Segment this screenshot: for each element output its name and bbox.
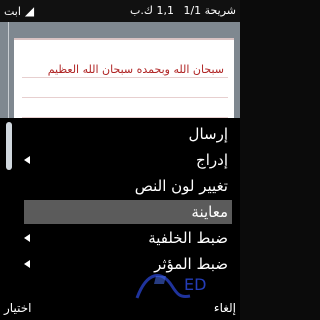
status-left: ابت ◢: [4, 4, 34, 18]
rule-line: [22, 78, 228, 98]
rule-line: [22, 98, 228, 118]
scrollbar-thumb[interactable]: [6, 122, 12, 170]
softkey-right[interactable]: إلغاء: [214, 301, 236, 315]
menu-item-preview[interactable]: معاينة: [24, 200, 232, 224]
watermark-text: ED: [184, 275, 206, 294]
softkey-left[interactable]: اختيار: [4, 301, 31, 315]
submenu-arrow-icon: [24, 260, 30, 268]
signal-icon: ◢: [24, 4, 35, 18]
slide-counter: شريحة 1/1: [183, 4, 236, 17]
submenu-arrow-icon: [24, 156, 30, 164]
submenu-arrow-icon: [24, 234, 30, 242]
watermark-logo: ED: [132, 266, 214, 306]
menu-item-label: ضبط الخلفية: [148, 229, 228, 247]
status-right: شريحة 1/1 1,1 ك.ب: [124, 4, 236, 18]
menu-item-label: إدراج: [196, 151, 228, 169]
workspace-guideline: [8, 22, 9, 118]
menu-item-set-background[interactable]: ضبط الخلفية: [24, 226, 232, 250]
input-mode-label: ابت: [4, 4, 21, 18]
message-preview: سبحان الله وبحمده سبحان الله العظيم: [14, 38, 234, 122]
menu-item-change-text-color[interactable]: تغيير لون النص: [24, 174, 232, 198]
message-size: 1,1 ك.ب: [130, 4, 174, 17]
menu-item-label: إرسال: [188, 125, 228, 143]
message-text: سبحان الله وبحمده سبحان الله العظيم: [47, 63, 224, 76]
status-bar: ابت ◢ شريحة 1/1 1,1 ك.ب: [0, 0, 240, 22]
menu-item-label: تغيير لون النص: [134, 177, 228, 195]
menu-item-label: معاينة: [191, 203, 228, 221]
menu-scrollbar[interactable]: [6, 122, 12, 290]
menu-item-insert[interactable]: إدراج: [24, 148, 232, 172]
menu-item-send[interactable]: إرسال: [24, 122, 232, 146]
watermark-graphic: ED: [135, 274, 206, 299]
